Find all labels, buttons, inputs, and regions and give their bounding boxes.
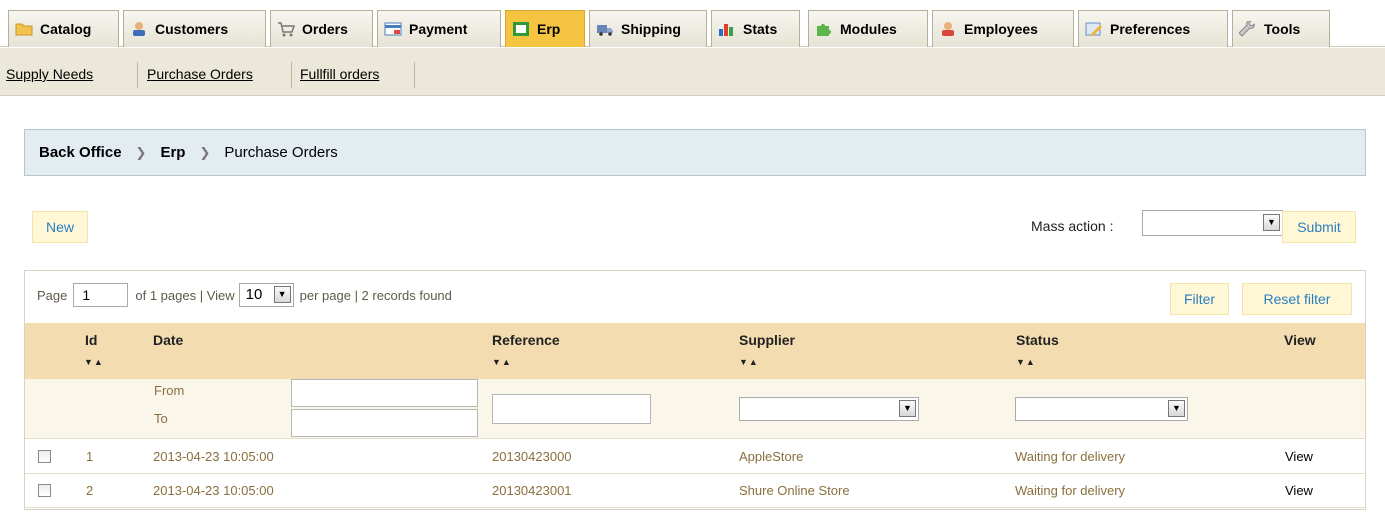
divider bbox=[137, 62, 138, 88]
tab-label: Shipping bbox=[621, 21, 681, 37]
table-row[interactable]: 1 2013-04-23 10:05:00 20130423000 AppleS… bbox=[25, 440, 1365, 474]
tab-label: Tools bbox=[1264, 21, 1301, 37]
date-from-label: From bbox=[154, 383, 185, 398]
sort-arrows-icon[interactable]: ▼▲ bbox=[492, 357, 512, 367]
tab-payment[interactable]: Payment bbox=[377, 10, 501, 47]
folder-icon bbox=[15, 23, 33, 36]
pages-info: of 1 pages | View bbox=[135, 287, 235, 303]
tab-label: Customers bbox=[155, 21, 229, 37]
per-page-value: 10 bbox=[245, 286, 263, 303]
reset-filter-button[interactable]: Reset filter bbox=[1242, 283, 1352, 315]
tab-shipping[interactable]: Shipping bbox=[589, 10, 707, 47]
dropdown-arrow-icon: ▼ bbox=[1263, 214, 1280, 231]
column-date: Date bbox=[153, 332, 184, 348]
cell-supplier: Shure Online Store bbox=[739, 483, 850, 498]
status-filter-select[interactable]: ▼ bbox=[1015, 397, 1188, 421]
tab-modules[interactable]: Modules bbox=[808, 10, 928, 47]
dropdown-arrow-icon: ▼ bbox=[1168, 400, 1185, 417]
reference-filter-input[interactable] bbox=[492, 394, 651, 424]
records-info: per page | 2 records found bbox=[299, 287, 452, 303]
dropdown-arrow-icon: ▼ bbox=[899, 400, 916, 417]
column-id: Id bbox=[85, 332, 98, 348]
table-row[interactable]: 2 2013-04-23 10:05:00 20130423001 Shure … bbox=[25, 474, 1365, 508]
preferences-icon bbox=[1085, 22, 1102, 36]
tab-preferences[interactable]: Preferences bbox=[1078, 10, 1228, 47]
purchase-orders-table: Page 1 of 1 pages | View 10 ▼ per page |… bbox=[24, 270, 1366, 510]
sort-arrows-icon[interactable]: ▼▲ bbox=[739, 357, 759, 367]
date-to-input[interactable] bbox=[291, 409, 478, 437]
subnav-purchase-orders[interactable]: Purchase Orders bbox=[147, 66, 253, 82]
tab-label: Stats bbox=[743, 21, 778, 37]
sort-arrows-icon[interactable]: ▼▲ bbox=[84, 357, 104, 367]
tab-catalog[interactable]: Catalog bbox=[8, 10, 119, 47]
tab-label: Payment bbox=[409, 21, 468, 37]
page-input[interactable]: 1 bbox=[73, 283, 129, 307]
tab-label: Employees bbox=[964, 21, 1038, 37]
divider bbox=[414, 62, 415, 88]
supplier-filter-select[interactable]: ▼ bbox=[739, 397, 919, 421]
view-link[interactable]: View bbox=[1285, 483, 1313, 498]
customers-icon bbox=[133, 22, 145, 36]
tab-label: Erp bbox=[537, 21, 561, 37]
breadcrumb-current: Purchase Orders bbox=[224, 144, 338, 161]
tab-orders[interactable]: Orders bbox=[270, 10, 373, 47]
tab-label: Orders bbox=[302, 21, 348, 37]
tab-label: Catalog bbox=[40, 21, 92, 37]
tab-label: Modules bbox=[840, 21, 897, 37]
column-supplier: Supplier bbox=[739, 332, 796, 348]
erp-icon bbox=[513, 22, 529, 36]
chevron-right-icon: ❯ bbox=[199, 144, 211, 160]
subnav-fullfill-orders[interactable]: Fullfill orders bbox=[300, 66, 379, 82]
column-view: View bbox=[1284, 332, 1316, 348]
mass-action-label: Mass action : bbox=[1031, 218, 1114, 234]
new-button[interactable]: New bbox=[32, 211, 88, 243]
dropdown-arrow-icon: ▼ bbox=[273, 286, 291, 303]
divider bbox=[291, 62, 292, 88]
tab-tools[interactable]: Tools bbox=[1232, 10, 1330, 47]
tab-customers[interactable]: Customers bbox=[123, 10, 266, 47]
tab-employees[interactable]: Employees bbox=[932, 10, 1074, 47]
sort-arrows-icon[interactable]: ▼▲ bbox=[1016, 357, 1036, 367]
chevron-right-icon: ❯ bbox=[135, 144, 147, 160]
payment-icon bbox=[384, 22, 402, 36]
cart-icon bbox=[278, 22, 295, 37]
wrench-icon bbox=[1239, 21, 1255, 37]
subnav-supply-needs[interactable]: Supply Needs bbox=[6, 66, 93, 82]
column-status: Status bbox=[1016, 332, 1059, 348]
breadcrumb: Back Office ❯ Erp ❯ Purchase Orders bbox=[24, 129, 1366, 176]
date-to-label: To bbox=[154, 411, 168, 426]
bar-chart-icon bbox=[719, 24, 733, 36]
page-label: Page bbox=[37, 287, 68, 303]
submit-button[interactable]: Submit bbox=[1282, 211, 1356, 243]
breadcrumb-root[interactable]: Back Office bbox=[39, 144, 122, 161]
cell-status: Waiting for delivery bbox=[1015, 449, 1126, 464]
cell-supplier: AppleStore bbox=[739, 449, 804, 464]
truck-icon bbox=[597, 25, 613, 36]
cell-status: Waiting for delivery bbox=[1015, 483, 1126, 498]
per-page-select[interactable]: 10 ▼ bbox=[238, 283, 294, 307]
filter-row: From To ▼ ▼ bbox=[25, 379, 1365, 439]
row-checkbox[interactable] bbox=[38, 450, 51, 463]
cell-reference: 20130423000 bbox=[492, 449, 572, 464]
employees-icon bbox=[942, 22, 954, 36]
breadcrumb-section[interactable]: Erp bbox=[160, 144, 185, 161]
puzzle-icon bbox=[817, 24, 831, 36]
tab-stats[interactable]: Stats bbox=[711, 10, 800, 47]
sub-navigation: Supply Needs Purchase Orders Fullfill or… bbox=[0, 48, 1385, 96]
date-from-input[interactable] bbox=[291, 379, 478, 407]
cell-date: 2013-04-23 10:05:00 bbox=[153, 483, 274, 498]
row-checkbox[interactable] bbox=[38, 484, 51, 497]
pagination-bar: Page 1 of 1 pages | View 10 ▼ per page |… bbox=[37, 283, 452, 307]
cell-date: 2013-04-23 10:05:00 bbox=[153, 449, 274, 464]
column-reference: Reference bbox=[492, 332, 560, 348]
tab-label: Preferences bbox=[1110, 21, 1191, 37]
tab-erp[interactable]: Erp bbox=[505, 10, 585, 47]
mass-action-select[interactable]: ▼ bbox=[1142, 210, 1283, 236]
cell-id: 1 bbox=[86, 449, 94, 464]
view-link[interactable]: View bbox=[1285, 449, 1313, 464]
filter-button[interactable]: Filter bbox=[1170, 283, 1229, 315]
cell-reference: 20130423001 bbox=[492, 483, 572, 498]
cell-id: 2 bbox=[86, 483, 94, 498]
table-header: Id ▼▲ Date Reference ▼▲ Supplier ▼▲ Stat… bbox=[25, 323, 1365, 379]
